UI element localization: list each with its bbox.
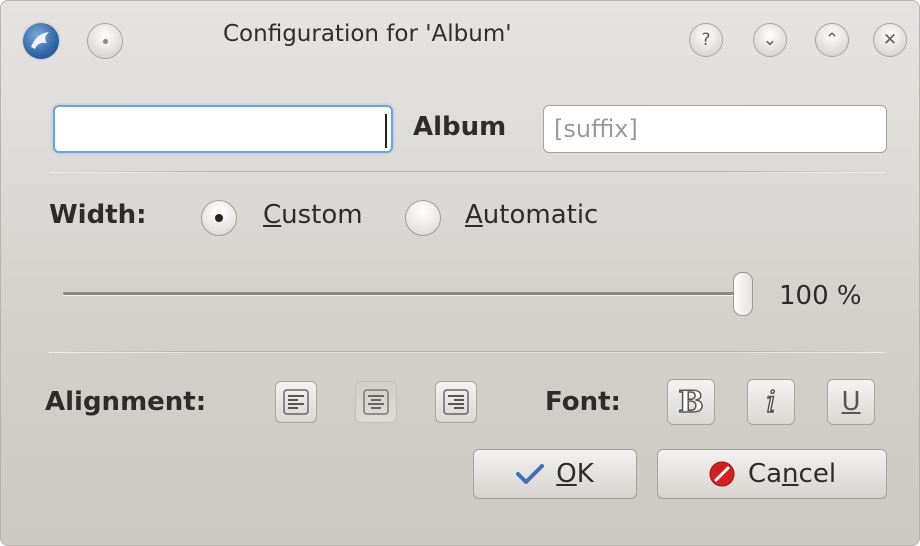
bold-icon: B bbox=[678, 384, 705, 421]
width-slider-handle[interactable] bbox=[733, 272, 753, 316]
radio-automatic[interactable] bbox=[405, 200, 441, 236]
ok-button-label: OK bbox=[556, 459, 594, 489]
suffix-input[interactable]: [suffix] bbox=[543, 105, 887, 153]
ok-button[interactable]: OK bbox=[473, 449, 637, 499]
window-title: Configuration for 'Album' bbox=[223, 21, 512, 47]
help-icon: ? bbox=[701, 29, 711, 50]
align-right-icon bbox=[443, 389, 469, 415]
align-center-icon bbox=[363, 389, 389, 415]
help-button[interactable]: ? bbox=[689, 23, 723, 57]
app-icon[interactable] bbox=[21, 21, 61, 61]
radio-automatic-label[interactable]: Automatic bbox=[465, 200, 598, 230]
cancel-button[interactable]: Cancel bbox=[657, 449, 887, 499]
separator-top bbox=[49, 171, 885, 173]
cancel-icon bbox=[709, 461, 735, 487]
italic-icon: i bbox=[765, 384, 776, 421]
text-cursor bbox=[385, 114, 387, 148]
font-label: Font: bbox=[545, 387, 621, 417]
dialog-window: Configuration for 'Album' ? ⌄ ⌃ ✕ Album … bbox=[0, 0, 920, 546]
width-slider-track[interactable] bbox=[63, 292, 741, 295]
alignment-label: Alignment: bbox=[45, 387, 207, 417]
align-left-icon bbox=[283, 389, 309, 415]
underline-button[interactable]: U bbox=[827, 379, 875, 425]
cancel-button-label: Cancel bbox=[747, 459, 837, 489]
close-button[interactable]: ✕ bbox=[873, 23, 907, 57]
bold-button[interactable]: B bbox=[667, 379, 715, 425]
column-name-label: Album bbox=[413, 112, 507, 142]
maximize-button[interactable]: ⌃ bbox=[815, 23, 849, 57]
width-slider-value: 100 % bbox=[779, 281, 862, 311]
chevron-up-icon: ⌃ bbox=[824, 29, 840, 50]
radio-custom-label[interactable]: Custom bbox=[263, 200, 363, 230]
italic-button[interactable]: i bbox=[747, 379, 795, 425]
title-bar[interactable]: Configuration for 'Album' ? ⌄ ⌃ ✕ bbox=[1, 1, 919, 81]
close-icon: ✕ bbox=[882, 29, 898, 50]
checkmark-icon bbox=[516, 464, 545, 484]
minimize-button[interactable]: ⌄ bbox=[753, 23, 787, 57]
prefix-input[interactable] bbox=[53, 105, 393, 153]
radio-custom[interactable] bbox=[201, 200, 237, 236]
window-menu-button[interactable] bbox=[87, 23, 123, 59]
suffix-placeholder: [suffix] bbox=[554, 115, 638, 143]
align-right-button[interactable] bbox=[435, 381, 477, 423]
width-label: Width: bbox=[49, 200, 147, 230]
align-left-button[interactable] bbox=[275, 381, 317, 423]
underline-icon: U bbox=[841, 387, 861, 417]
chevron-down-icon: ⌄ bbox=[762, 29, 778, 50]
separator-bottom bbox=[49, 351, 885, 353]
align-center-button[interactable] bbox=[355, 381, 397, 423]
